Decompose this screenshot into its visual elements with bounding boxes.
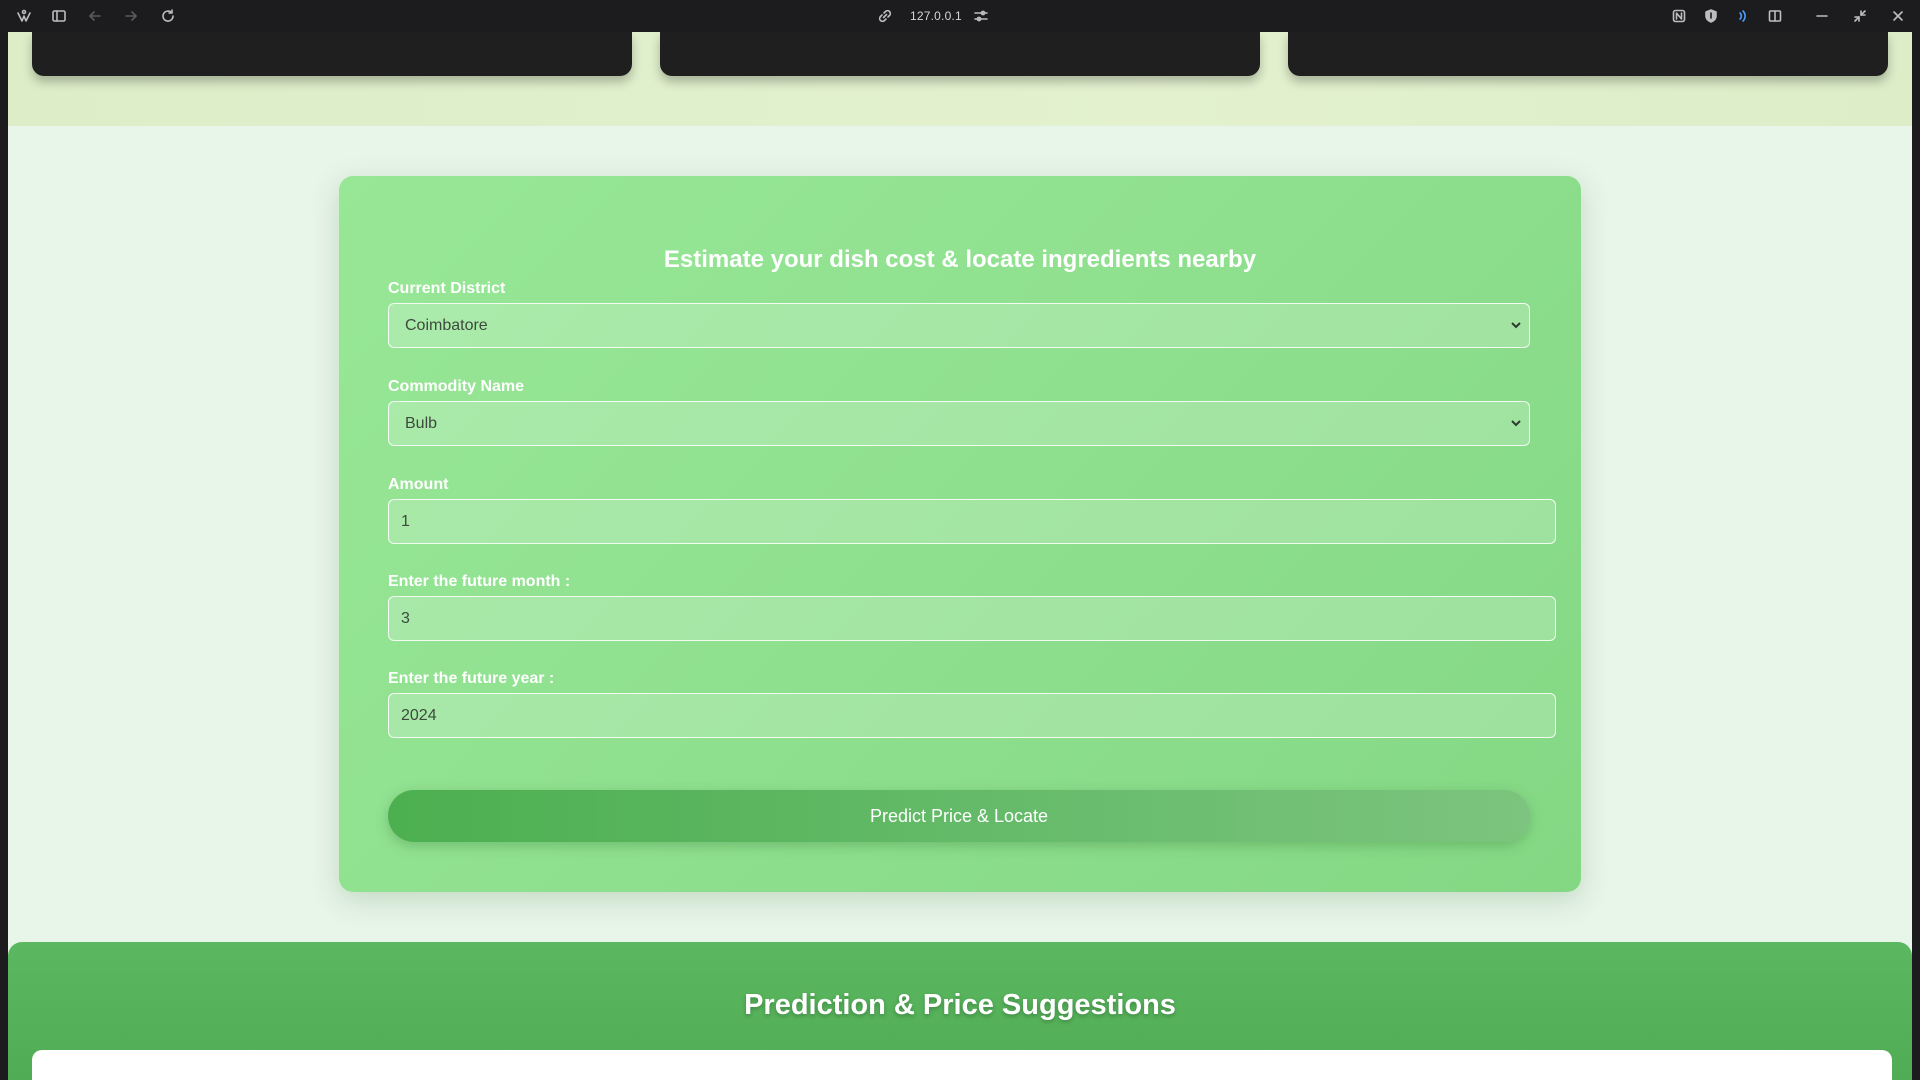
amount-input[interactable]: 1 [388, 499, 1556, 544]
commodity-label: Commodity Name [388, 378, 525, 395]
prediction-title: Prediction & Price Suggestions [744, 989, 1176, 1021]
browser-logo-icon[interactable] [16, 8, 32, 24]
back-arrow-icon[interactable] [87, 8, 103, 24]
split-view-icon[interactable] [1767, 8, 1783, 24]
district-select-value: Coimbatore [405, 316, 488, 334]
future-year-label: Enter the future year : [388, 670, 555, 687]
reload-icon[interactable] [160, 8, 176, 24]
restore-icon[interactable] [1852, 8, 1868, 24]
commodity-select-value: Bulb [405, 414, 438, 432]
commodity-select[interactable]: Bulb [388, 401, 1530, 446]
page-viewport: Estimate your dish cost & locate ingredi… [8, 32, 1912, 1080]
close-icon[interactable] [1890, 8, 1906, 24]
future-month-label: Enter the future month : [388, 573, 571, 590]
shield-icon[interactable] [1703, 8, 1719, 24]
notion-extension-icon[interactable] [1671, 8, 1687, 24]
audio-playing-icon[interactable] [1734, 8, 1750, 24]
amount-label: Amount [388, 476, 449, 493]
browser-toolbar: 127.0.0.1 [0, 0, 1920, 32]
future-year-input[interactable]: 2024 [388, 693, 1556, 738]
future-year-input-value: 2024 [401, 706, 437, 724]
future-month-input-value: 3 [401, 609, 410, 627]
address-bar-url[interactable]: 127.0.0.1 [910, 9, 962, 23]
district-label: Current District [388, 280, 506, 297]
prediction-results-panel [32, 1050, 1892, 1080]
predict-price-button[interactable]: Predict Price & Locate [388, 790, 1530, 842]
link-icon[interactable] [877, 8, 893, 24]
form-title: Estimate your dish cost & locate ingredi… [663, 246, 1257, 273]
feature-card [32, 32, 632, 76]
future-month-input[interactable]: 3 [388, 596, 1556, 641]
forward-arrow-icon[interactable] [123, 8, 139, 24]
amount-input-value: 1 [401, 512, 410, 530]
sidebar-toggle-icon[interactable] [51, 8, 67, 24]
feature-card [1288, 32, 1888, 76]
feature-card [660, 32, 1260, 76]
district-select[interactable]: Coimbatore [388, 303, 1530, 348]
minimize-icon[interactable] [1814, 8, 1830, 24]
site-settings-icon[interactable] [973, 8, 989, 24]
prediction-section: Prediction & Price Suggestions [8, 942, 1912, 1080]
chevron-down-icon [1509, 416, 1523, 430]
chevron-down-icon [1509, 318, 1523, 332]
estimate-form-card: Estimate your dish cost & locate ingredi… [339, 176, 1581, 892]
feature-cards-band [8, 32, 1912, 126]
